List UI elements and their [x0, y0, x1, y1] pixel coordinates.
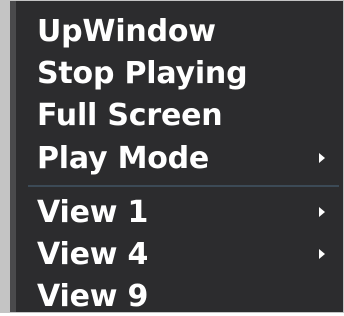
submenu-arrow-icon [319, 249, 325, 259]
submenu-arrow-icon [319, 153, 325, 163]
menu-item-view-1[interactable]: View 1 [37, 192, 331, 232]
context-menu: UpWindow Stop Playing Full Screen Play M… [0, 0, 344, 316]
menu-separator [28, 185, 339, 187]
menu-item-label: Full Screen [37, 97, 223, 133]
menu-item-label: View 9 [37, 278, 149, 314]
menu-item-full-screen[interactable]: Full Screen [37, 95, 331, 135]
submenu-arrow-icon [319, 207, 325, 217]
menu-item-view-9[interactable]: View 9 [37, 276, 331, 316]
menu-item-upwindow[interactable]: UpWindow [37, 11, 331, 51]
menu-item-stop-playing[interactable]: Stop Playing [37, 53, 331, 93]
menu-item-label: View 4 [37, 236, 149, 272]
menu-item-play-mode[interactable]: Play Mode [37, 138, 331, 178]
menu-item-label: View 1 [37, 194, 149, 230]
menu-item-label: UpWindow [37, 13, 216, 49]
menu-item-label: Play Mode [37, 140, 210, 176]
menu-item-label: Stop Playing [37, 55, 248, 91]
menu-item-view-4[interactable]: View 4 [37, 234, 331, 274]
